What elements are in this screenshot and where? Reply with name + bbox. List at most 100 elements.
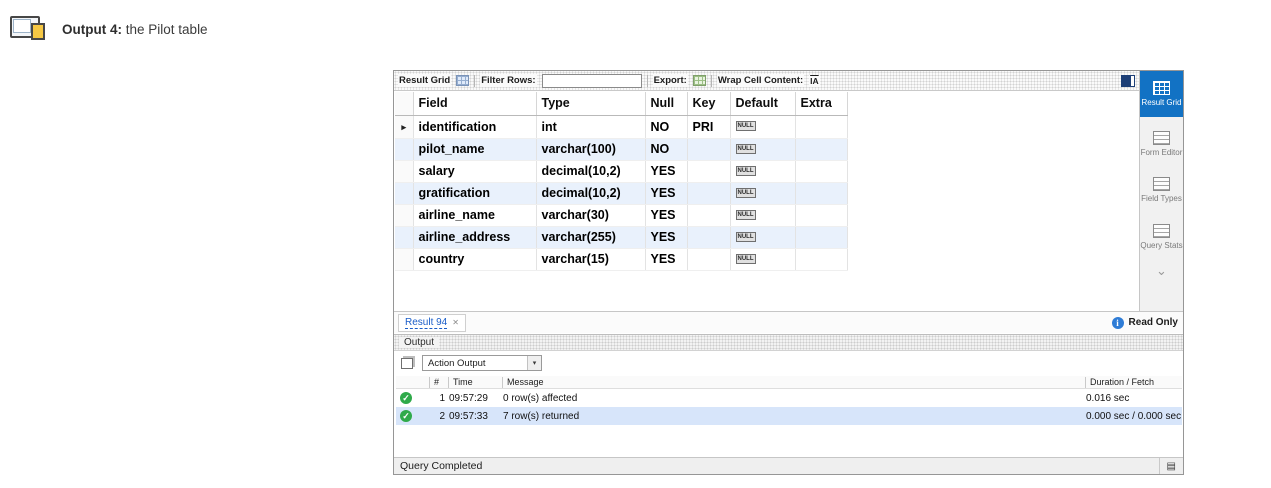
cell-field[interactable]: pilot_name — [413, 138, 537, 161]
cell-field[interactable]: country — [413, 248, 537, 271]
sidebar-item-label: Result Grid — [1141, 98, 1182, 107]
column-header-default[interactable]: Default — [730, 92, 796, 116]
monitor-screen-icon — [13, 19, 31, 33]
filler-cell — [847, 160, 1139, 182]
wrap-cell-content-icon[interactable]: IA — [809, 74, 820, 87]
output-row[interactable]: ✓ 2 09:57:33 7 row(s) returned 0.000 sec… — [396, 407, 1182, 425]
cell-type[interactable]: decimal(10,2) — [536, 182, 646, 205]
cell-type[interactable]: varchar(30) — [536, 204, 646, 227]
panel-toggle-icon[interactable] — [1121, 74, 1135, 87]
sidebar-item-label: Form Editor — [1140, 148, 1183, 158]
column-header-field[interactable]: Field — [413, 92, 537, 116]
cell-field[interactable]: airline_name — [413, 204, 537, 227]
cell-key[interactable] — [687, 204, 731, 227]
result-grid-label: Result Grid — [398, 74, 452, 87]
column-header-extra[interactable]: Extra — [795, 92, 848, 116]
dropdown-arrow-icon[interactable]: ▾ — [527, 356, 541, 370]
cell-field[interactable]: gratification — [413, 182, 537, 205]
success-icon: ✓ — [400, 392, 412, 404]
row-selector[interactable] — [395, 160, 414, 183]
cell-default[interactable]: NULL — [730, 160, 796, 183]
row-duration: 0.016 sec — [1086, 392, 1130, 404]
output-table-header: # Time Message Duration / Fetch — [396, 376, 1182, 389]
message-column-header: Message — [503, 376, 1086, 388]
cell-field[interactable]: salary — [413, 160, 537, 183]
result-grid-icon[interactable] — [456, 75, 470, 86]
chevron-down-icon[interactable]: ⌄ — [1156, 264, 1167, 277]
cell-extra[interactable] — [795, 248, 848, 271]
result-sidebar: Result Grid Form Editor Field Types Quer… — [1139, 71, 1183, 311]
close-icon[interactable]: ✕ — [452, 318, 459, 327]
column-header-type[interactable]: Type — [536, 92, 646, 116]
cell-field[interactable]: identification — [413, 115, 537, 139]
table-row[interactable]: country varchar(15) YES NULL — [395, 248, 1139, 271]
cell-null[interactable]: NO — [645, 115, 688, 139]
cell-extra[interactable] — [795, 115, 848, 139]
output-type-select[interactable]: Action Output ▾ — [422, 355, 542, 371]
success-icon: ✓ — [400, 410, 412, 422]
cell-type[interactable]: varchar(100) — [536, 138, 646, 161]
table-row[interactable]: airline_address varchar(255) YES NULL — [395, 226, 1139, 249]
cell-key[interactable] — [687, 160, 731, 183]
row-selector[interactable] — [395, 182, 414, 205]
row-selector[interactable] — [395, 226, 414, 249]
cell-type[interactable]: varchar(15) — [536, 248, 646, 271]
cell-key[interactable] — [687, 138, 731, 161]
cell-type[interactable]: decimal(10,2) — [536, 160, 646, 183]
cell-extra[interactable] — [795, 204, 848, 227]
export-icon[interactable] — [692, 75, 706, 86]
cell-null[interactable]: YES — [645, 204, 688, 227]
cell-null[interactable]: NO — [645, 138, 688, 161]
caption-title: Output 4: — [62, 21, 122, 37]
filter-rows-input[interactable] — [541, 73, 642, 88]
sidebar-item-form-editor[interactable]: Form Editor — [1140, 125, 1183, 163]
cell-key[interactable] — [687, 226, 731, 249]
cell-extra[interactable] — [795, 182, 848, 205]
cell-key[interactable] — [687, 182, 731, 205]
cell-null[interactable]: YES — [645, 160, 688, 183]
table-row[interactable]: gratification decimal(10,2) YES NULL — [395, 182, 1139, 205]
row-selector[interactable] — [395, 204, 414, 227]
list-icon[interactable]: ▤ — [1158, 458, 1183, 474]
column-header-key[interactable]: Key — [687, 92, 731, 116]
cell-default[interactable]: NULL — [730, 248, 796, 271]
cell-type[interactable]: varchar(255) — [536, 226, 646, 249]
sidebar-item-field-types[interactable]: Field Types — [1140, 171, 1183, 209]
cell-default[interactable]: NULL — [730, 226, 796, 249]
cell-extra[interactable] — [795, 138, 848, 161]
status-cell: ✓ — [396, 410, 430, 422]
row-selector[interactable] — [395, 138, 414, 161]
cell-default[interactable]: NULL — [730, 182, 796, 205]
query-stats-icon — [1153, 223, 1170, 238]
output-row[interactable]: ✓ 1 09:57:29 0 row(s) affected 0.016 sec — [396, 389, 1182, 407]
table-row[interactable]: salary decimal(10,2) YES NULL — [395, 160, 1139, 183]
cell-extra[interactable] — [795, 226, 848, 249]
cell-field[interactable]: airline_address — [413, 226, 537, 249]
row-selector[interactable] — [395, 248, 414, 271]
num-column-header: # — [430, 376, 449, 388]
cell-default[interactable]: NULL — [730, 138, 796, 161]
row-marker-icon: ▸ — [401, 121, 407, 132]
row-selector[interactable]: ▸ — [395, 115, 414, 139]
table-row[interactable]: pilot_name varchar(100) NO NULL — [395, 138, 1139, 161]
export-label: Export: — [652, 74, 688, 87]
sidebar-item-result-grid[interactable]: Result Grid — [1140, 71, 1183, 118]
cell-extra[interactable] — [795, 160, 848, 183]
caption-subtitle: the Pilot table — [125, 21, 208, 37]
cell-key[interactable]: PRI — [687, 115, 731, 139]
cell-default[interactable]: NULL — [730, 204, 796, 227]
table-row[interactable]: airline_name varchar(30) YES NULL — [395, 204, 1139, 227]
sidebar-item-query-stats[interactable]: Query Stats — [1140, 218, 1183, 256]
column-header-null[interactable]: Null — [645, 92, 688, 116]
result-grid-tab-icon — [1153, 81, 1170, 95]
wrap-cell-content-label: Wrap Cell Content: — [716, 74, 805, 87]
cell-null[interactable]: YES — [645, 182, 688, 205]
cell-default[interactable]: NULL — [730, 115, 796, 139]
cell-key[interactable] — [687, 248, 731, 271]
cell-null[interactable]: YES — [645, 248, 688, 271]
table-row[interactable]: ▸ identification int NO PRI NULL — [395, 115, 1139, 139]
result-tab[interactable]: Result 94 ✕ — [398, 313, 466, 332]
cell-null[interactable]: YES — [645, 226, 688, 249]
cell-type[interactable]: int — [536, 115, 646, 139]
result-panel: Result Grid Filter Rows: Export: Wrap Ce… — [393, 70, 1184, 475]
